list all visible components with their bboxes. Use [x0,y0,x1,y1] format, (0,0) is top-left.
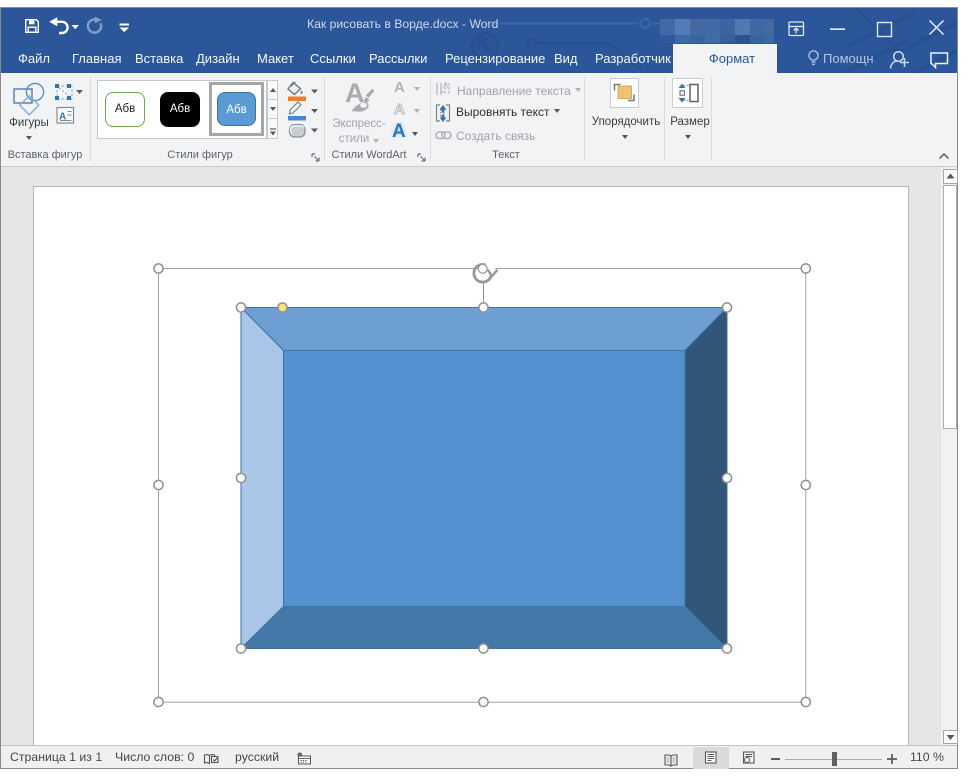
svg-text:A: A [443,81,449,90]
